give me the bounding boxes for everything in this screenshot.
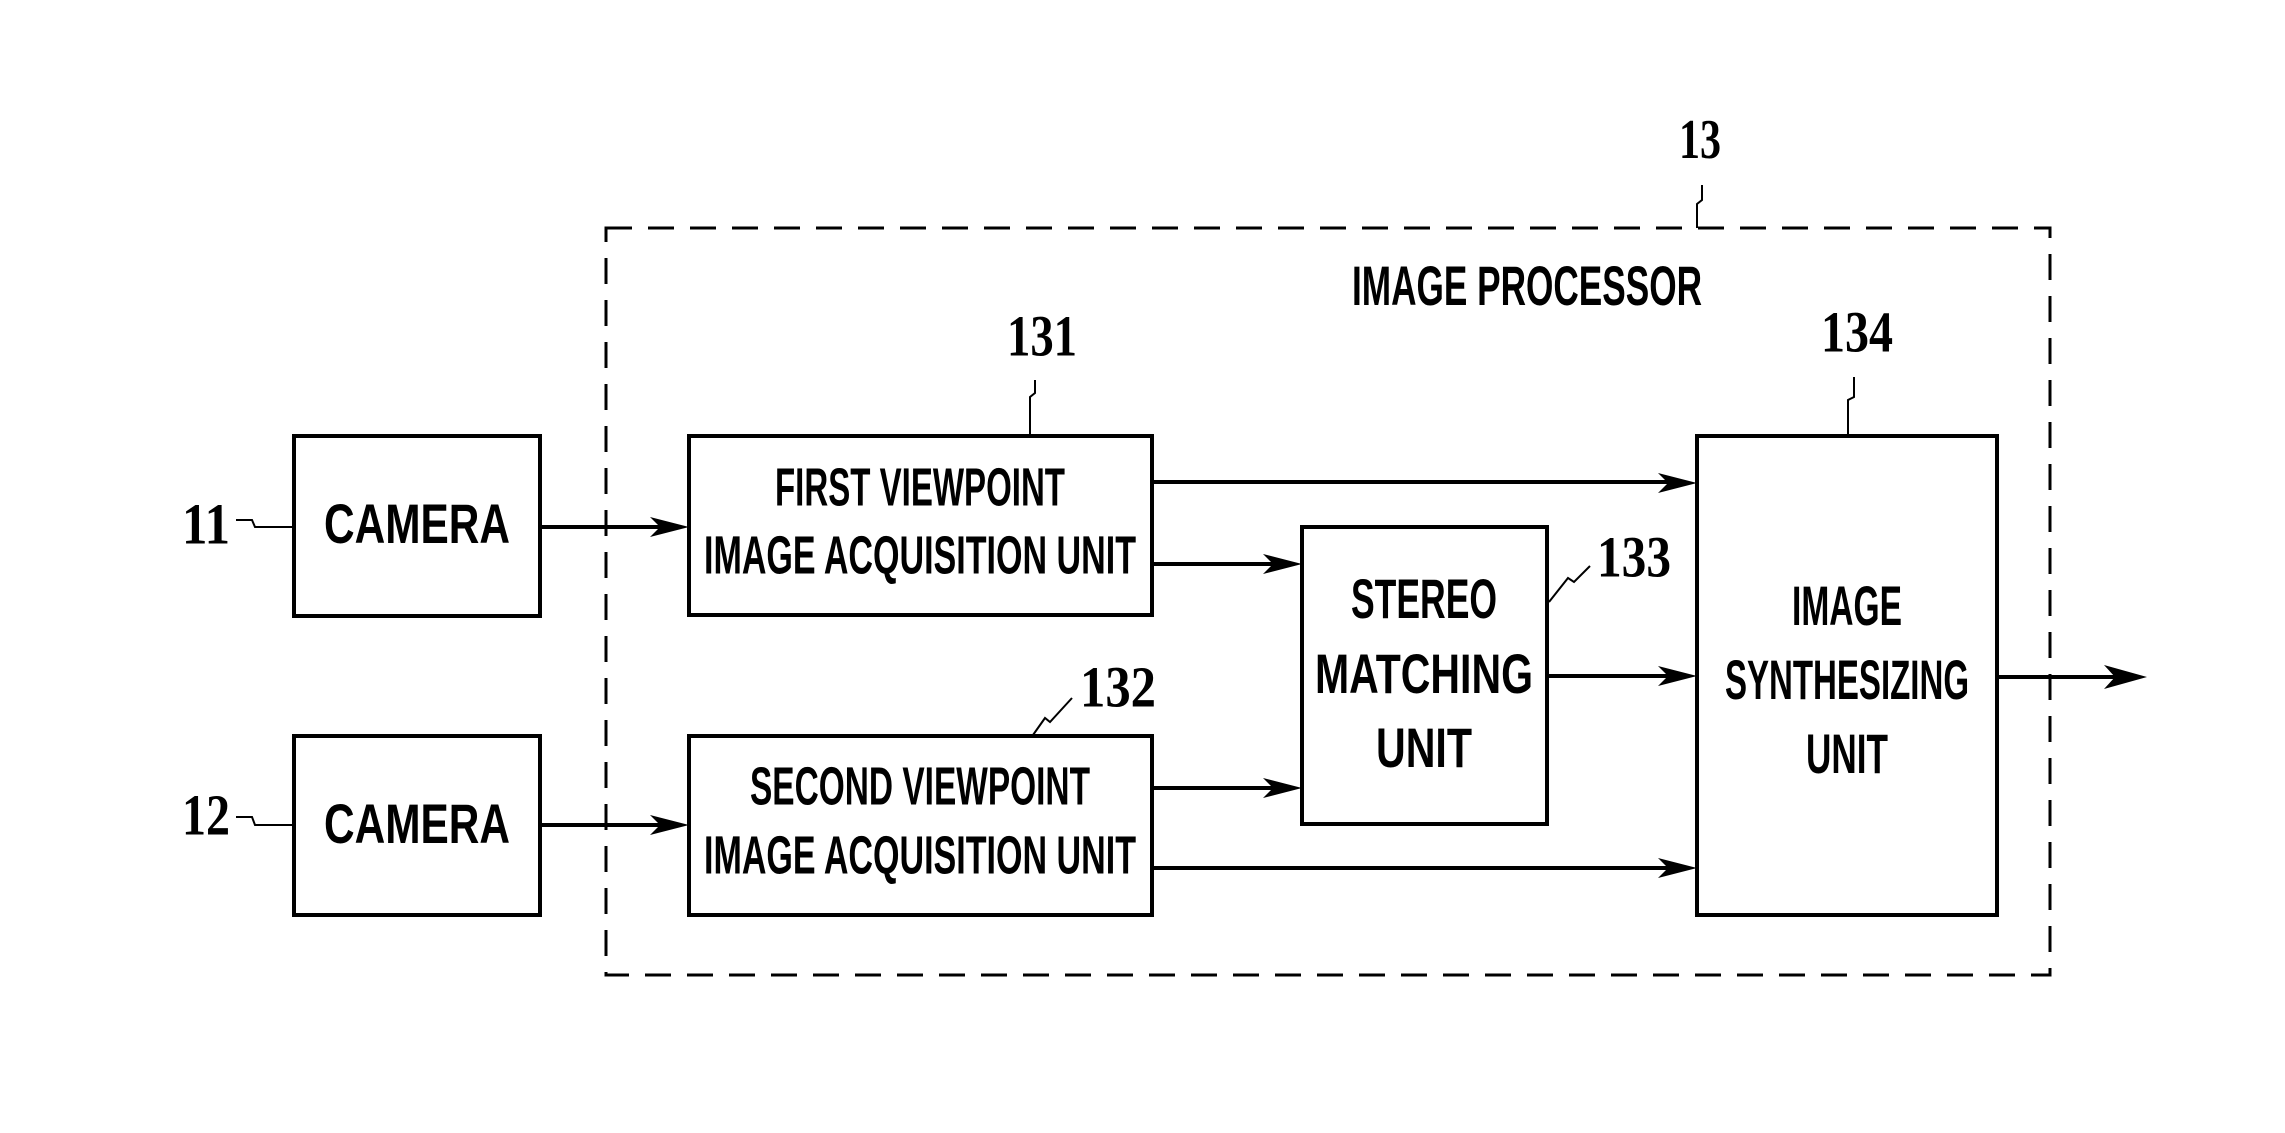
first-viewpoint-unit: FIRST VIEWPOINT IMAGE ACQUISITION UNIT 1…	[687, 303, 1154, 617]
image-processor-title: IMAGE PROCESSOR	[1352, 254, 1702, 317]
arrow-stereo-to-synth	[1547, 666, 1697, 686]
image-synthesizing-unit: IMAGE SYNTHESIZING UNIT 134	[1695, 299, 1999, 917]
ref-label-131: 131	[1007, 303, 1077, 368]
arrow-synth-output	[1997, 665, 2147, 689]
stereo-matching-unit-line-1: STEREO	[1351, 567, 1497, 630]
second-viewpoint-unit-line-1: SECOND VIEWPOINT	[750, 756, 1090, 816]
ref-leader-133	[1548, 565, 1591, 603]
image-synthesizing-unit-line-3: UNIT	[1806, 722, 1888, 785]
block-diagram: IMAGE PROCESSOR 13 CAMERA 11 CAMERA 12 F…	[182, 109, 2147, 977]
ref-label-134: 134	[1821, 299, 1893, 364]
arrow-second-unit-to-stereo	[1152, 778, 1302, 798]
ref-leader-132	[1032, 697, 1073, 736]
arrow-first-unit-to-synth	[1152, 473, 1697, 493]
ref-label-12: 12	[182, 782, 230, 847]
second-viewpoint-unit: SECOND VIEWPOINT IMAGE ACQUISITION UNIT …	[687, 654, 1156, 917]
ref-label-132: 132	[1080, 654, 1156, 719]
stereo-matching-unit-line-3: UNIT	[1376, 716, 1472, 779]
ref-label-133: 133	[1597, 524, 1671, 589]
stereo-matching-unit-line-2: MATCHING	[1315, 642, 1533, 705]
camera-11-label: CAMERA	[324, 492, 510, 555]
arrow-camera-12-to-second-unit	[540, 815, 689, 835]
image-synthesizing-unit-line-1: IMAGE	[1792, 574, 1902, 637]
first-viewpoint-unit-line-2: IMAGE ACQUISITION UNIT	[704, 525, 1136, 585]
ref-leader-12	[236, 816, 294, 826]
arrow-second-unit-to-synth	[1152, 858, 1697, 878]
camera-12: CAMERA 12	[182, 734, 542, 917]
ref-label-11: 11	[182, 491, 230, 556]
arrow-camera-11-to-first-unit	[540, 517, 689, 537]
ref-leader-131	[1029, 380, 1036, 436]
image-synthesizing-unit-line-2: SYNTHESIZING	[1725, 648, 1969, 711]
ref-label-13: 13	[1679, 109, 1721, 171]
second-viewpoint-unit-line-2: IMAGE ACQUISITION UNIT	[704, 825, 1136, 885]
ref-leader-11	[236, 519, 294, 528]
first-viewpoint-unit-line-1: FIRST VIEWPOINT	[775, 457, 1065, 517]
camera-12-label: CAMERA	[324, 792, 510, 855]
arrow-first-unit-to-stereo	[1152, 554, 1302, 574]
ref-leader-13	[1696, 185, 1703, 228]
ref-leader-134	[1847, 377, 1855, 436]
camera-11: CAMERA 11	[182, 434, 542, 618]
